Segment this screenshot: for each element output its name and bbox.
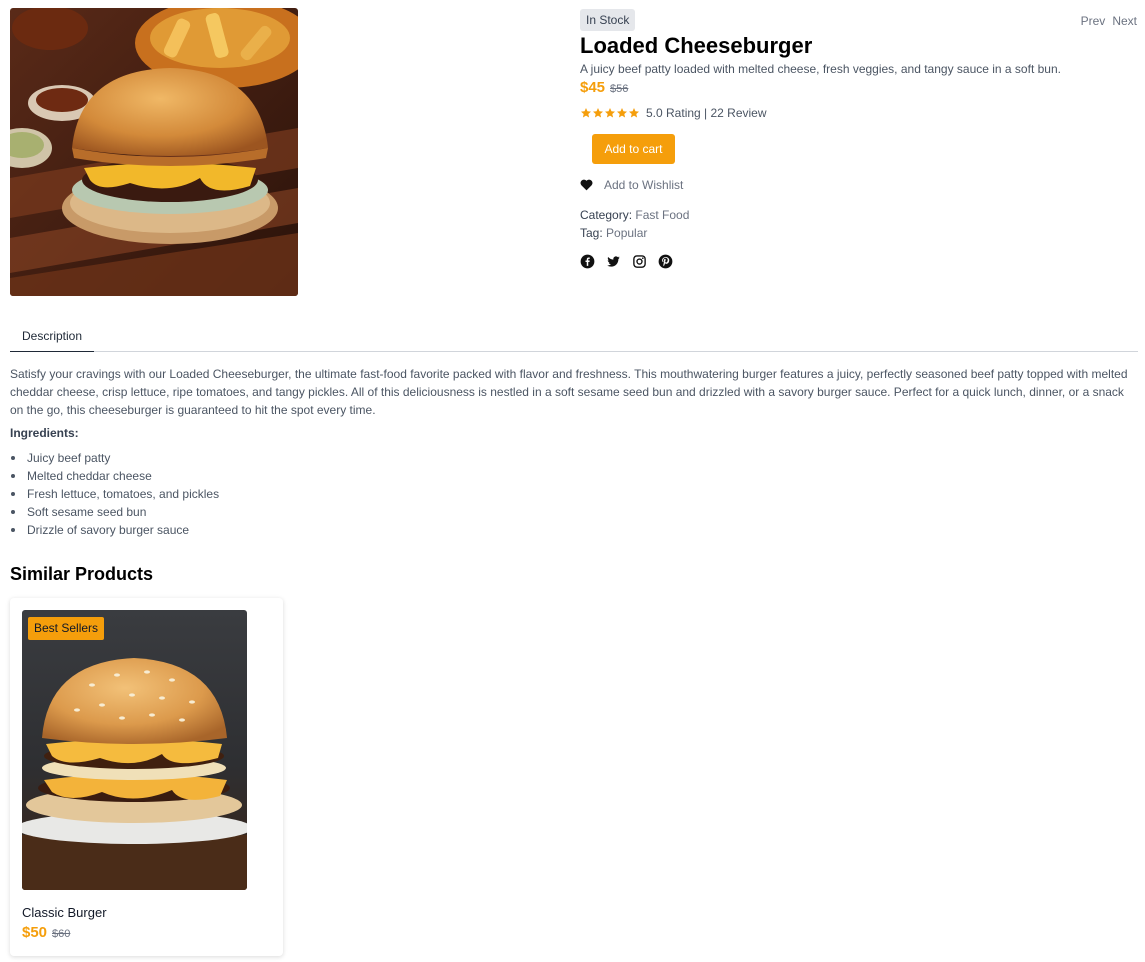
next-link[interactable]: Next [1112,14,1137,28]
product-card[interactable]: Best Sellers Classic Burger $50 $60 [10,598,283,956]
tag-link[interactable]: Popular [606,226,647,240]
loaded-cheeseburger-photo [10,8,298,296]
list-item: Fresh lettuce, tomatoes, and pickles [10,485,219,503]
category-label: Category: [580,208,633,222]
twitter-icon[interactable] [606,254,621,269]
old-price: $56 [610,83,629,95]
tag-line: Tag: Popular [580,226,647,240]
star-icon [581,108,591,118]
list-item: Melted cheddar cheese [10,467,219,485]
product-image [10,8,298,296]
social-links [580,254,673,269]
product-tabs: Description [10,320,1138,352]
product-pager: Prev Next [1081,14,1137,28]
facebook-icon[interactable] [580,254,595,269]
list-item: Juicy beef patty [10,449,219,467]
add-to-wishlist-button[interactable]: Add to Wishlist [580,178,683,192]
list-item: Soft sesame seed bun [10,503,219,521]
star-icon [617,108,627,118]
ingredients-heading: Ingredients: [10,426,79,440]
product-rating: 5.0 Rating | 22 Review [580,106,767,120]
list-item: Drizzle of savory burger sauce [10,521,219,539]
tag-label: Tag: [580,226,603,240]
similar-products-heading: Similar Products [10,564,154,584]
description-text: Satisfy your cravings with our Loaded Ch… [10,367,1128,417]
wishlist-label: Add to Wishlist [604,178,684,192]
current-price: $50 [22,924,48,941]
product-price: $45 $56 [580,79,628,96]
pinterest-icon[interactable] [658,254,673,269]
prev-link[interactable]: Prev [1081,14,1106,28]
star-icon [605,108,615,118]
rating-stars [580,107,640,119]
product-card-price: $50 $60 [22,924,70,941]
classic-burger-photo [22,610,247,890]
ingredients-list: Juicy beef patty Melted cheddar cheese F… [10,449,219,539]
tab-description[interactable]: Description [10,320,94,352]
product-card-image [22,610,247,890]
heart-icon [580,179,593,191]
product-subtitle: A juicy beef patty loaded with melted ch… [580,62,1061,76]
star-icon [629,108,639,118]
star-icon [593,108,603,118]
product-title: Loaded Cheeseburger [580,33,813,58]
product-card-title[interactable]: Classic Burger [22,905,107,920]
rating-text: 5.0 Rating | 22 Review [646,106,767,120]
best-sellers-badge: Best Sellers [28,617,105,640]
old-price: $60 [52,928,71,940]
current-price: $45 [580,79,606,96]
add-to-cart-button[interactable]: Add to cart [592,134,675,164]
stock-status-badge: In Stock [580,9,636,31]
category-link[interactable]: Fast Food [635,208,689,222]
instagram-icon[interactable] [632,254,647,269]
category-line: Category: Fast Food [580,208,689,222]
